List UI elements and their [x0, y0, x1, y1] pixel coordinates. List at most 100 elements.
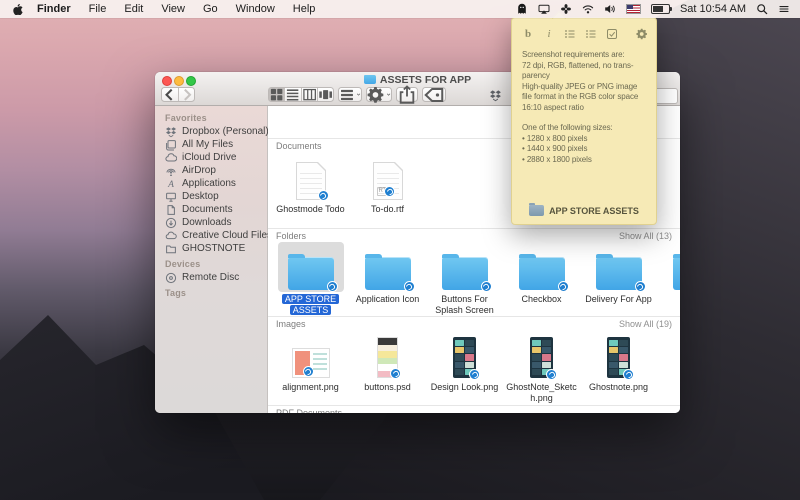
sidebar-item-label: Creative Cloud Files — [182, 230, 272, 241]
file-item-checkbox[interactable]: Checkbox — [503, 242, 580, 316]
note-context[interactable]: APP STORE ASSETS — [512, 205, 656, 216]
battery-icon[interactable] — [651, 4, 670, 14]
note-text[interactable]: Screenshot requirements are:72 dpi, RGB,… — [522, 50, 650, 165]
show-all-link[interactable]: Show All (19) — [619, 319, 672, 329]
back-button[interactable] — [162, 88, 179, 101]
wifi-icon[interactable] — [582, 3, 594, 15]
sidebar-header-favorites: Favorites — [155, 109, 267, 125]
arrange-button[interactable] — [338, 87, 362, 102]
section-label: Folders — [276, 231, 306, 241]
spotlight-icon[interactable] — [756, 3, 768, 15]
menu-clock[interactable]: Sat 10:54 AM — [680, 3, 746, 15]
menu-item-file[interactable]: File — [80, 3, 116, 15]
sidebar-item-airdrop[interactable]: AirDrop — [155, 164, 267, 177]
sidebar-item-documents[interactable]: Documents — [155, 203, 267, 216]
view-columns-button[interactable] — [302, 88, 318, 101]
dropbox-toolbar-icon[interactable] — [489, 89, 502, 102]
bold-icon[interactable]: b — [522, 28, 534, 40]
menu-item-help[interactable]: Help — [284, 3, 325, 15]
file-item-buttons-for-splash-screen[interactable]: Buttons For Splash Screen — [426, 242, 503, 316]
sync-badge-icon — [404, 281, 415, 292]
bullet-list-icon[interactable] — [564, 28, 576, 40]
sidebar-item-remote-disc[interactable]: Remote Disc — [155, 271, 267, 284]
sidebar-item-dropbox-personal-[interactable]: Dropbox (Personal) — [155, 125, 267, 138]
allfiles-icon — [165, 139, 177, 151]
note-context-label: APP STORE ASSETS — [549, 206, 639, 216]
menu-bar-left: Finder FileEditViewGoWindowHelp — [0, 0, 324, 18]
settings-gear-icon[interactable] — [636, 28, 648, 40]
share-button[interactable] — [396, 87, 418, 102]
ghostnote-popover: b i Screenshot requirements are:72 dpi, … — [511, 17, 657, 225]
file-item-design-look-png[interactable]: Design Look.png — [426, 330, 503, 404]
sidebar-item-downloads[interactable]: Downloads — [155, 216, 267, 229]
file-item-to-do-rtf[interactable]: RTFTo-do.rtf — [349, 152, 426, 215]
volume-icon[interactable] — [604, 3, 616, 15]
sidebar-item-applications[interactable]: AApplications — [155, 177, 267, 190]
note-line: 16:10 aspect ratio — [522, 103, 650, 114]
desktop-icon — [165, 191, 177, 203]
finder-sidebar: FavoritesDropbox (Personal)All My Filesi… — [155, 106, 268, 413]
tags-button[interactable] — [422, 87, 446, 102]
view-icons-button[interactable] — [269, 88, 285, 101]
file-label: alignment.png — [282, 382, 339, 393]
sidebar-item-all-my-files[interactable]: All My Files — [155, 138, 267, 151]
show-all-link[interactable]: Show All (13) — [619, 231, 672, 241]
section-divider — [268, 316, 680, 317]
notification-center-icon[interactable] — [778, 3, 790, 15]
note-size-bullet: • 2880 x 1800 pixels — [522, 155, 650, 166]
file-item-ghostnote-png[interactable]: Ghostnote.png — [580, 330, 657, 404]
creativecloud-icon — [165, 230, 177, 242]
sidebar-item-label: AirDrop — [182, 165, 216, 176]
checkbox-icon[interactable] — [606, 28, 618, 40]
file-item-app-store-assets[interactable]: APP STORE ASSETS — [272, 242, 349, 316]
file-item-buttons-psd[interactable]: buttons.psd — [349, 330, 426, 404]
numbered-list-icon[interactable] — [585, 28, 597, 40]
forward-button[interactable] — [179, 88, 195, 101]
menu-app-name[interactable]: Finder — [28, 0, 80, 18]
italic-icon[interactable]: i — [543, 28, 555, 40]
file-item-ghostmode-todo[interactable]: Ghostmode Todo — [272, 152, 349, 215]
sync-badge-icon — [558, 281, 569, 292]
sync-badge-icon — [635, 281, 646, 292]
view-list-button[interactable] — [285, 88, 301, 101]
window-folder-icon — [364, 75, 376, 84]
applications-icon: A — [165, 178, 177, 190]
file-item-application-icon[interactable]: Application Icon — [349, 242, 426, 316]
file-item-delivery-for-app[interactable]: Delivery For App — [580, 242, 657, 316]
file-label: Ghostnote.png — [589, 382, 648, 393]
menu-item-view[interactable]: View — [152, 3, 194, 15]
menu-bar: Finder FileEditViewGoWindowHelp Sat 10:5… — [0, 0, 800, 18]
menu-item-edit[interactable]: Edit — [115, 3, 152, 15]
section-label: Documents — [276, 141, 322, 151]
apple-menu-icon[interactable] — [12, 3, 24, 15]
sidebar-item-label: Desktop — [182, 191, 219, 202]
menu-item-go[interactable]: Go — [194, 3, 227, 15]
disc-icon — [165, 272, 177, 284]
sync-badge-icon — [546, 369, 557, 380]
ghostnote-icon[interactable] — [516, 3, 528, 15]
file-label: Application Icon — [356, 294, 420, 305]
fan-icon[interactable] — [560, 3, 572, 15]
view-coverflow-button[interactable] — [318, 88, 333, 101]
note-size-bullet: • 1440 x 900 pixels — [522, 144, 650, 155]
sidebar-item-icloud-drive[interactable]: iCloud Drive — [155, 151, 267, 164]
section-divider — [268, 228, 680, 229]
file-label: Ghostmode Todo — [276, 204, 344, 215]
sidebar-item-label: Dropbox (Personal) — [182, 126, 269, 137]
documents-icon — [165, 204, 177, 216]
airplay-icon[interactable] — [538, 3, 550, 15]
sidebar-item-ghostnote[interactable]: GHOSTNOTE — [155, 242, 267, 255]
file-item-alignment-png[interactable]: alignment.png — [272, 330, 349, 404]
downloads-icon — [165, 217, 177, 229]
note-toolbar: b i — [522, 26, 648, 42]
sidebar-item-desktop[interactable]: Desktop — [155, 190, 267, 203]
sidebar-item-label: Remote Disc — [182, 272, 239, 283]
file-item-ghostnote-sketch-png[interactable]: GhostNote_Sketch.png — [503, 330, 580, 404]
file-item[interactable] — [657, 242, 680, 316]
file-label: Delivery For App — [585, 294, 652, 305]
action-gear-button[interactable] — [366, 87, 392, 102]
menu-item-window[interactable]: Window — [227, 3, 284, 15]
file-item[interactable] — [657, 330, 680, 404]
us-flag-icon[interactable] — [626, 4, 641, 14]
sidebar-item-creative-cloud-files[interactable]: Creative Cloud Files — [155, 229, 267, 242]
